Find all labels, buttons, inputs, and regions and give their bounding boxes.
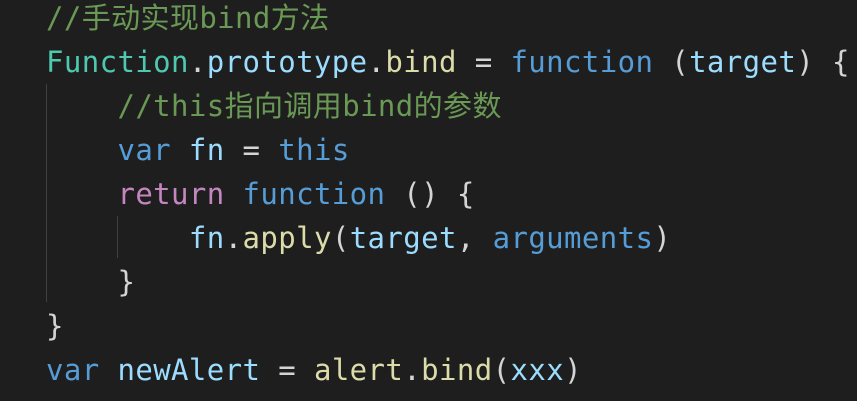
code-line[interactable]: //this指向调用bind的参数 xyxy=(46,84,502,128)
code-token-keyword: this xyxy=(278,133,350,167)
code-token-var: newAlert xyxy=(117,353,261,387)
code-line[interactable]: var fn = this xyxy=(46,128,350,172)
code-token-var: fn xyxy=(188,133,225,167)
code-line[interactable]: Function.prototype.bind = function (targ… xyxy=(46,40,850,84)
code-token-var: target xyxy=(349,221,457,255)
code-token-func: bind xyxy=(421,353,493,387)
code-token-plain: ( xyxy=(653,45,690,79)
code-token-class: Function xyxy=(46,45,189,79)
code-token-keyword: function xyxy=(510,45,654,79)
code-line[interactable]: var newAlert = alert.bind(xxx) xyxy=(46,348,582,392)
code-token-control: return xyxy=(117,177,225,211)
code-token-plain: = xyxy=(224,133,279,167)
code-token-param: target xyxy=(689,45,797,79)
code-token-plain: . xyxy=(188,45,207,79)
code-token-plain: = xyxy=(260,353,314,387)
code-token-keyword: function xyxy=(242,177,386,211)
code-token-prop: prototype xyxy=(206,45,368,79)
code-editor[interactable]: //手动实现bind方法 Function.prototype.bind = fu… xyxy=(0,0,857,401)
code-token-func: apply xyxy=(242,221,332,255)
code-line[interactable]: //手动实现bind方法 xyxy=(46,0,330,40)
code-token-comment: //手动实现bind方法 xyxy=(46,1,330,35)
code-token-plain: ( xyxy=(492,353,511,387)
code-token-plain: ) xyxy=(653,221,672,255)
code-token-func: bind xyxy=(385,45,457,79)
code-token-plain: = xyxy=(456,45,511,79)
code-token-plain: , xyxy=(456,221,493,255)
code-token-plain: . xyxy=(224,221,243,255)
code-token-keyword: arguments xyxy=(492,221,654,255)
code-token-plain: } xyxy=(46,309,64,343)
code-token-plain: . xyxy=(403,353,422,387)
code-token-func: alert xyxy=(313,353,404,387)
code-token-plain: } xyxy=(46,265,136,299)
code-line[interactable]: return function () { xyxy=(46,172,475,216)
code-line[interactable]: } xyxy=(46,304,64,348)
code-token-comment: //this指向调用bind的参数 xyxy=(117,89,502,123)
code-token-plain: () { xyxy=(385,177,475,211)
code-token-plain: ) xyxy=(564,353,582,387)
code-token-keyword: var xyxy=(46,353,100,387)
code-token-plain: ) { xyxy=(796,45,850,79)
code-token-var: fn xyxy=(188,221,225,255)
code-token-plain: ( xyxy=(331,221,350,255)
code-line[interactable]: } xyxy=(46,260,135,304)
code-token-plain: . xyxy=(367,45,386,79)
code-token-keyword: var xyxy=(117,133,172,167)
code-line[interactable]: fn.apply(target, arguments) xyxy=(46,216,671,260)
code-token-var: xxx xyxy=(510,353,565,387)
